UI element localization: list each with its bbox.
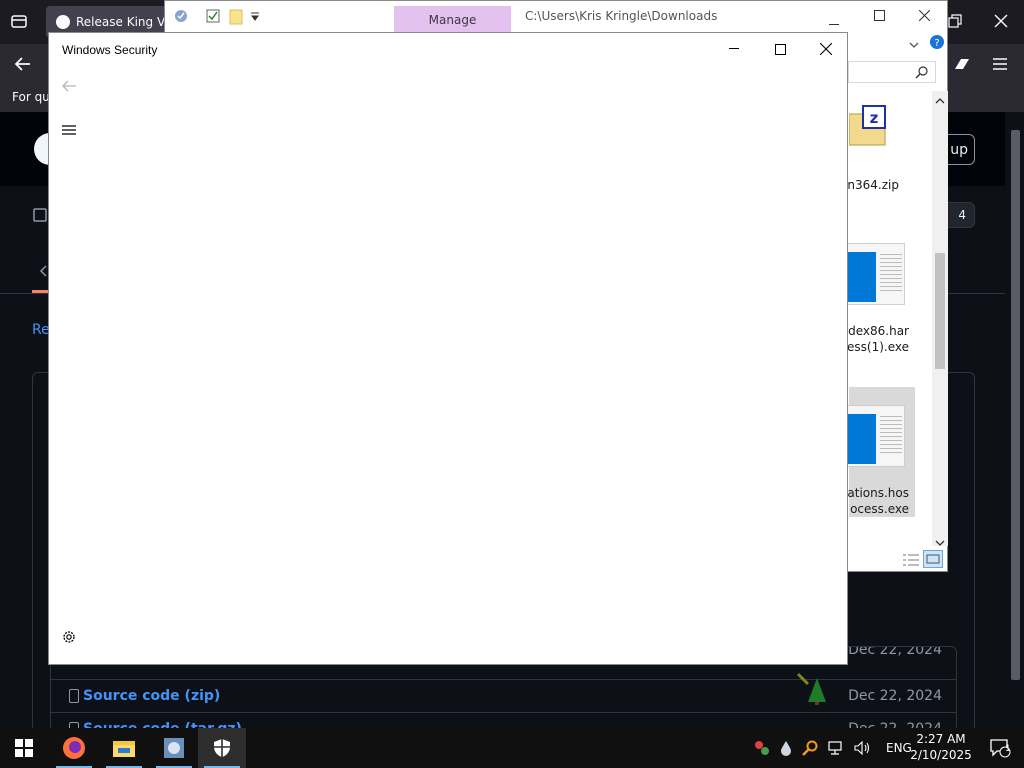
star-count: 4 [958, 208, 966, 222]
repo-icon [33, 208, 47, 227]
windows-security-window: Windows Security [48, 32, 848, 665]
asset-date: Dec 22, 2024 [848, 646, 942, 658]
scroll-down-icon[interactable] [935, 536, 945, 550]
search-box[interactable] [848, 61, 936, 83]
shield-icon [214, 739, 230, 757]
minimize-icon[interactable] [829, 15, 839, 29]
customize-toolbar-icon[interactable] [251, 11, 259, 25]
chevron-left-icon[interactable] [38, 264, 48, 281]
scroll-up-icon[interactable] [935, 94, 945, 108]
network-app-icon[interactable] [754, 740, 770, 756]
zip-folder-icon[interactable]: z [848, 104, 887, 146]
clock-date: 2/10/2025 [910, 748, 972, 762]
close-icon[interactable] [918, 9, 931, 24]
exe-file-icon[interactable] [847, 243, 905, 305]
start-button[interactable] [0, 728, 48, 768]
maximize-icon [774, 43, 786, 55]
close-window-icon[interactable] [994, 14, 1008, 31]
asset-name[interactable]: Source code (zip) [83, 688, 220, 704]
windows-logo-icon [15, 739, 33, 757]
maximize-button[interactable] [757, 33, 803, 65]
action-center-button[interactable]: 1 [976, 728, 1024, 768]
menu-icon[interactable] [992, 56, 1008, 75]
app-icon [164, 738, 184, 758]
tab-overview-icon[interactable] [10, 12, 28, 33]
zip-file-icon [69, 689, 79, 703]
tab-title: Release King Vo [76, 15, 172, 29]
back-arrow-icon[interactable] [14, 55, 32, 76]
droplet-icon[interactable] [780, 740, 792, 756]
chevron-down-icon[interactable] [909, 38, 919, 52]
properties-icon[interactable] [206, 9, 220, 26]
notification-count: 1 [1005, 744, 1011, 754]
large-icons-view-icon[interactable] [923, 550, 943, 568]
maximize-icon[interactable] [874, 10, 885, 24]
manage-tab[interactable]: Manage [394, 6, 511, 33]
sign-up-label: up [950, 141, 968, 158]
settings-gear-icon[interactable] [60, 628, 78, 646]
restore-window-icon[interactable] [948, 14, 962, 31]
minimize-icon [729, 48, 739, 49]
scrollbar-thumb[interactable] [1011, 130, 1020, 680]
extensions-icon[interactable] [953, 55, 971, 76]
minimize-button[interactable] [711, 33, 757, 65]
close-button[interactable] [803, 33, 849, 65]
exe-file-icon[interactable] [847, 405, 905, 467]
back-arrow-icon[interactable] [60, 77, 78, 95]
explorer-scrollbar[interactable] [932, 91, 948, 546]
taskbar-file-explorer[interactable] [100, 728, 148, 768]
close-icon [820, 43, 832, 55]
explorer-scroll-thumb[interactable] [935, 253, 945, 369]
zip-letter: z [870, 109, 879, 127]
christmas-tree-icon [796, 672, 830, 709]
github-icon [56, 15, 70, 29]
bookmark-item[interactable]: For qu [12, 90, 50, 104]
taskbar-app[interactable] [150, 728, 198, 768]
search-tool-icon[interactable] [802, 740, 818, 756]
taskbar-firefox[interactable] [50, 728, 98, 768]
taskbar-clock[interactable]: 2:27 AM 2/10/2025 [906, 731, 976, 763]
system-tray: ENG [754, 728, 912, 768]
explorer-path-title: C:\Users\Kris Kringle\Downloads [525, 9, 718, 23]
search-icon [915, 66, 928, 82]
network-icon[interactable] [828, 741, 844, 755]
taskbar: ENG 2:27 AM 2/10/2025 1 [0, 728, 1024, 768]
volume-icon[interactable] [854, 741, 872, 755]
svg-text:?: ? [934, 38, 939, 49]
quick-access-icon[interactable] [173, 8, 189, 27]
new-folder-icon[interactable] [229, 9, 243, 28]
window-title: Windows Security [62, 43, 158, 57]
page-scrollbar[interactable] [1005, 112, 1024, 728]
taskbar-windows-security[interactable] [198, 728, 246, 768]
folder-icon [113, 741, 135, 757]
firefox-icon [63, 737, 85, 759]
asset-date: Dec 22, 2024 [848, 688, 942, 704]
clock-time: 2:27 AM [916, 732, 966, 746]
help-icon[interactable]: ? [930, 35, 944, 52]
explorer-title-bar: Manage C:\Users\Kris Kringle\Downloads [165, 1, 947, 33]
details-view-icon[interactable] [903, 554, 919, 569]
hamburger-menu-icon[interactable] [60, 121, 78, 139]
